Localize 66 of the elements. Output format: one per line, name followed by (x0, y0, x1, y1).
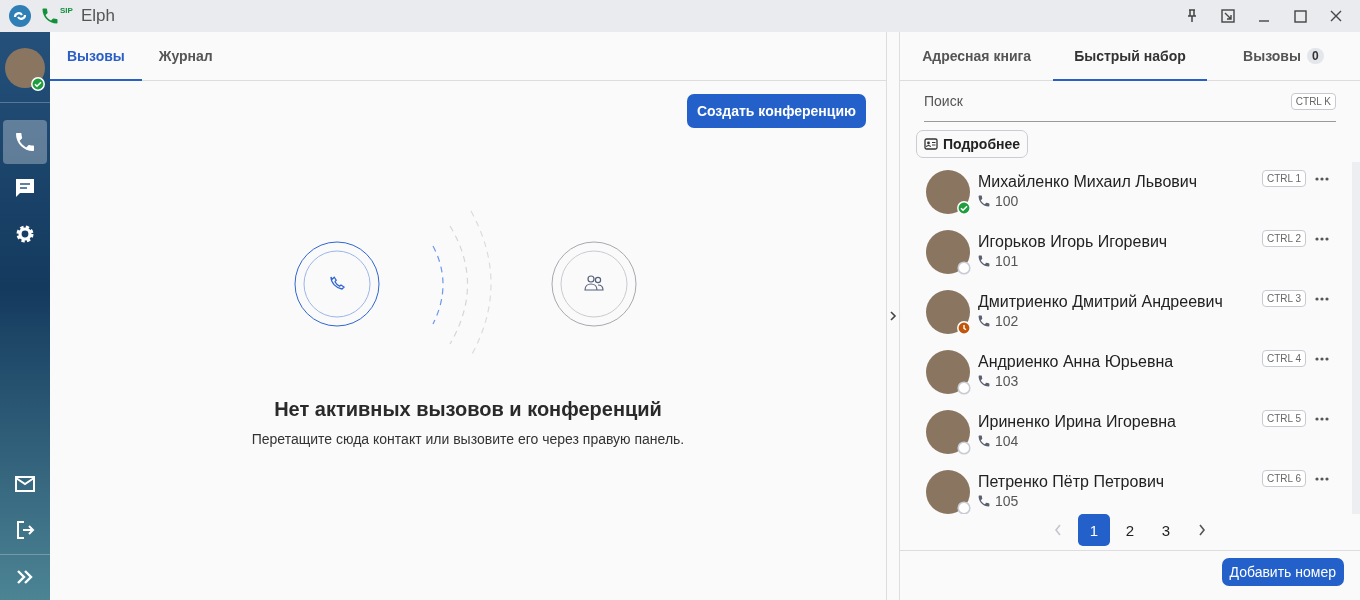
search-field[interactable]: Поиск (924, 93, 1291, 109)
extension-number: 104 (995, 433, 1019, 449)
chat-icon (13, 176, 37, 200)
contact-name[interactable]: Ириненко Ирина Игоревна (978, 413, 1254, 431)
phone-icon (13, 130, 37, 154)
shortcut-hint: CTRL 6 (1261, 470, 1306, 487)
contact-name[interactable]: Дмитриенко Дмитрий Андреевич (978, 293, 1254, 311)
page-button[interactable]: 3 (1150, 514, 1182, 546)
phone-icon (978, 255, 990, 267)
extension-number: 101 (995, 253, 1019, 269)
add-number-button[interactable]: Добавить номер (1221, 558, 1344, 586)
create-conference-button[interactable]: Создать конференцию (686, 94, 866, 128)
contact-avatar (926, 470, 970, 514)
contact-name[interactable]: Петренко Пётр Петрович (978, 473, 1254, 491)
contact-avatar (926, 170, 970, 214)
empty-state-text: Перетащите сюда контакт или вызовите его через правую панель. (251, 431, 685, 447)
chevron-right-icon (1198, 524, 1206, 536)
phone-icon (978, 495, 990, 507)
tab[interactable]: Журнал (141, 32, 230, 81)
empty-state-title: Нет активных вызовов и конференций (274, 398, 662, 421)
shortcut-hint: CTRL K (1290, 92, 1336, 110)
count-badge: 0 (1306, 47, 1324, 64)
phone-icon (978, 315, 990, 327)
sip-label: SIP (60, 6, 73, 15)
contact-card-icon (924, 138, 938, 150)
extension-number: 103 (995, 373, 1019, 389)
chevron-right-icon (889, 311, 897, 321)
close-icon (1330, 10, 1342, 22)
collapse-handle[interactable] (887, 32, 900, 600)
extension-number: 102 (995, 313, 1019, 329)
app-logo-icon (8, 4, 32, 28)
contact-name[interactable]: Михайленко Михаил Львович (978, 173, 1254, 191)
phone-icon (978, 375, 990, 387)
page-button[interactable]: 1 (1078, 514, 1110, 546)
contact-avatar (926, 290, 970, 334)
tab[interactable]: Вызовы 0 (1206, 32, 1360, 81)
tab-label: Быстрый набор (1074, 47, 1186, 64)
phone-icon (40, 6, 60, 26)
tab[interactable]: Вызовы (50, 32, 142, 81)
extension-number: 100 (995, 193, 1019, 209)
tab-label: Адресная книга (922, 47, 1032, 64)
window-title: Elph (80, 6, 115, 26)
shortcut-hint: CTRL 5 (1261, 410, 1306, 427)
user-avatar[interactable] (5, 48, 45, 88)
page-button[interactable]: 2 (1114, 514, 1146, 546)
maximize-icon (1293, 9, 1307, 23)
extension-number: 105 (995, 493, 1019, 509)
details-button[interactable]: Подробнее (916, 130, 1029, 158)
tab-label: Вызовы (1243, 47, 1301, 64)
contact-avatar (926, 410, 970, 454)
shortcut-hint: CTRL 3 (1261, 290, 1306, 307)
phone-icon (978, 435, 990, 447)
pin-icon (1186, 9, 1198, 23)
contact-name[interactable]: Андриенко Анна Юрьевна (978, 353, 1254, 371)
shortcut-hint: CTRL 2 (1261, 230, 1306, 247)
minimize-icon (1258, 20, 1270, 22)
chevron-left-icon (1054, 524, 1062, 536)
phone-icon (978, 195, 990, 207)
shortcut-hint: CTRL 4 (1261, 350, 1306, 367)
tab[interactable]: Быстрый набор (1053, 32, 1207, 81)
resize-icon (1221, 9, 1235, 23)
tab[interactable]: Адресная книга (900, 32, 1054, 81)
contact-name[interactable]: Игорьков Игорь Игоревич (978, 233, 1254, 251)
shortcut-hint: CTRL 1 (1261, 170, 1306, 187)
contact-avatar (926, 350, 970, 394)
contact-avatar (926, 230, 970, 274)
